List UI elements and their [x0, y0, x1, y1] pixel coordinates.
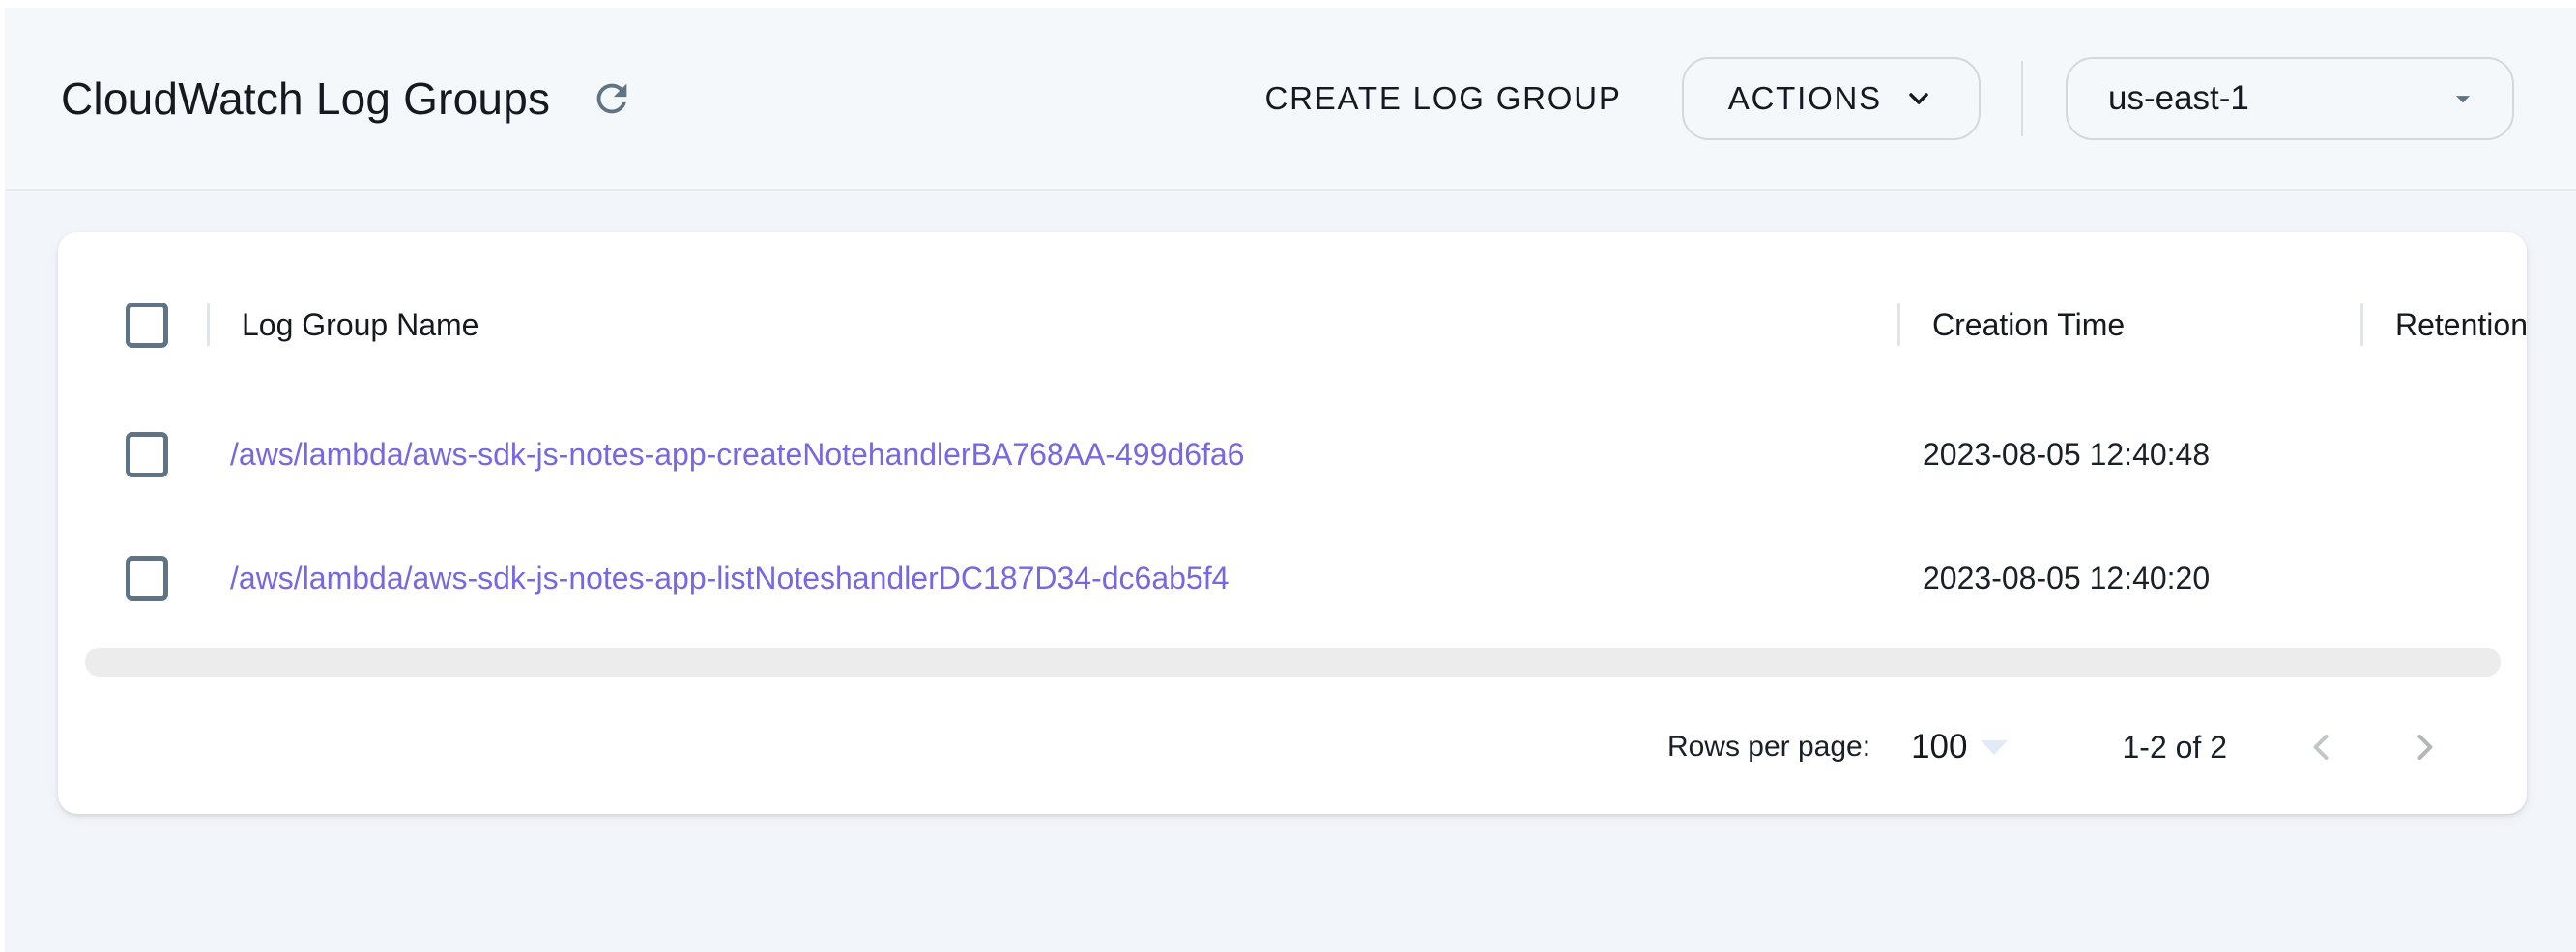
rows-per-page-label: Rows per page:: [1667, 731, 1870, 764]
pagination-bar: Rows per page: 100 1-2 of 2: [58, 684, 2527, 810]
rows-per-page-select[interactable]: 100: [1911, 728, 2008, 766]
creation-time-value: 2023-08-05 12:40:48: [1897, 437, 2360, 473]
caret-down-icon: [2446, 82, 2479, 115]
log-group-link[interactable]: /aws/lambda/aws-sdk-js-notes-app-createN…: [230, 437, 1244, 472]
caret-down-icon: [1981, 740, 2008, 755]
select-all-checkbox[interactable]: [126, 303, 168, 348]
page-title: CloudWatch Log Groups: [61, 72, 550, 125]
next-page-button[interactable]: [2397, 720, 2451, 774]
actions-button-label: ACTIONS: [1728, 80, 1882, 117]
table-scroll-area: Log Group Name Creation Time Retention /…: [58, 257, 2527, 640]
log-groups-table: Log Group Name Creation Time Retention /…: [58, 257, 2527, 640]
log-groups-card: Log Group Name Creation Time Retention /…: [58, 232, 2527, 814]
pagination-range-label: 1-2 of 2: [2122, 730, 2227, 765]
column-header-retention: Retention: [2360, 257, 2527, 392]
create-log-group-button[interactable]: CREATE LOG GROUP: [1241, 63, 1644, 134]
window-top-edge: [0, 0, 2576, 8]
log-group-link[interactable]: /aws/lambda/aws-sdk-js-notes-app-listNot…: [230, 561, 1229, 595]
region-selected-value: us-east-1: [2108, 79, 2249, 118]
table-row: /aws/lambda/aws-sdk-js-notes-app-listNot…: [58, 516, 2527, 640]
column-header-log-group-name: Log Group Name: [207, 257, 1897, 392]
column-header-creation-time: Creation Time: [1897, 257, 2360, 392]
window-left-edge: [0, 0, 5, 952]
chevron-right-icon: [2403, 726, 2446, 768]
previous-page-button[interactable]: [2295, 720, 2349, 774]
horizontal-scrollbar: [58, 640, 2527, 684]
refresh-button[interactable]: [583, 70, 641, 128]
refresh-icon: [590, 76, 634, 121]
rows-per-page-value: 100: [1911, 728, 1967, 766]
table-header-row: Log Group Name Creation Time Retention: [58, 257, 2527, 392]
region-selector[interactable]: us-east-1: [2066, 57, 2514, 140]
header-actions-group: CREATE LOG GROUP ACTIONS us-east-1: [1241, 57, 2576, 140]
actions-button[interactable]: ACTIONS: [1682, 57, 1981, 140]
chevron-down-icon: [1903, 83, 1934, 114]
page-header: CloudWatch Log Groups CREATE LOG GROUP A…: [0, 8, 2576, 191]
table-row: /aws/lambda/aws-sdk-js-notes-app-createN…: [58, 392, 2527, 516]
creation-time-value: 2023-08-05 12:40:20: [1897, 561, 2360, 596]
row-checkbox[interactable]: [126, 432, 168, 477]
row-checkbox[interactable]: [126, 556, 168, 601]
header-divider: [2021, 61, 2023, 136]
horizontal-scrollbar-thumb[interactable]: [85, 648, 2501, 677]
chevron-left-icon: [2301, 726, 2343, 768]
